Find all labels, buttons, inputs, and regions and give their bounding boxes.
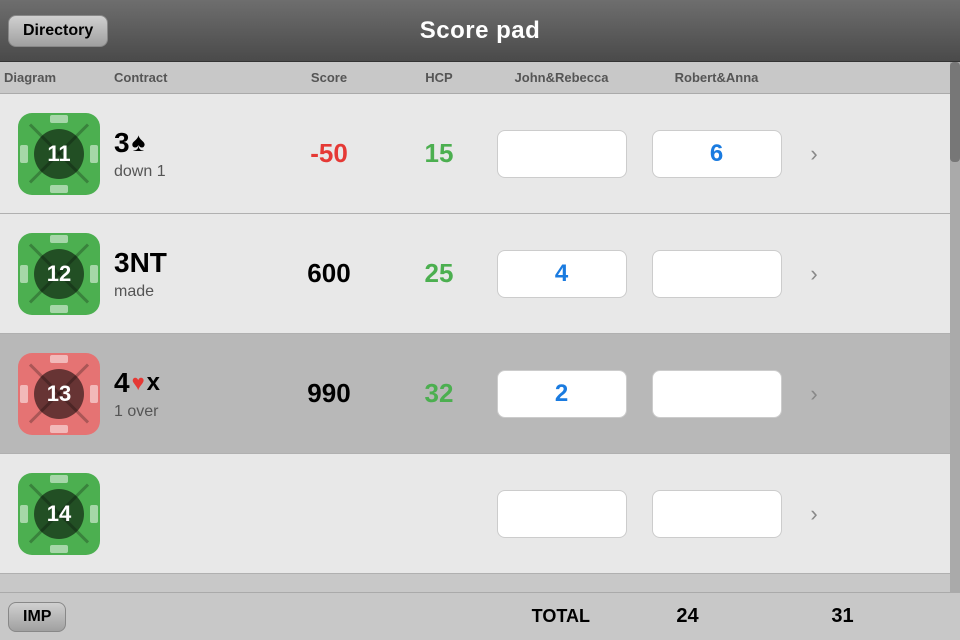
contract-sub-11: down 1	[114, 163, 166, 181]
diagram-icon-14: 14	[18, 473, 100, 555]
board-number-13: 13	[34, 369, 84, 419]
robert-imp-box-11[interactable]: 6	[652, 130, 782, 178]
robert-imp-box-12[interactable]	[652, 250, 782, 298]
contract-main-12: 3NT	[114, 247, 167, 279]
contract-main-13: 4♥x	[114, 367, 160, 399]
diagram-cell-14[interactable]: 14	[4, 473, 114, 555]
contract-main-11: 3♠	[114, 127, 145, 159]
hcp-cell-11: 15	[394, 138, 484, 169]
board-number-14: 14	[34, 489, 84, 539]
john-imp-box-14[interactable]	[497, 490, 627, 538]
john-imp-box-11[interactable]	[497, 130, 627, 178]
arrow-cell-11[interactable]: ›	[794, 141, 834, 167]
heart-icon: ♥	[132, 370, 145, 396]
robert-cell-13[interactable]	[639, 370, 794, 418]
score-cell-12: 600	[264, 258, 394, 289]
hcp-cell-13: 32	[394, 378, 484, 409]
john-imp-box-12[interactable]: 4	[497, 250, 627, 298]
imp-button[interactable]: IMP	[8, 602, 66, 632]
column-headers: Diagram Contract Score HCP John&Rebecca …	[0, 62, 960, 94]
contract-sub-13: 1 over	[114, 403, 158, 421]
diagram-icon-12: 12	[18, 233, 100, 315]
scrollbar[interactable]	[950, 62, 960, 592]
col-header-diagram: Diagram	[4, 70, 114, 85]
chevron-right-icon: ›	[810, 501, 817, 527]
diagram-icon-13: 13	[18, 353, 100, 435]
footer-robert-total: 31	[765, 605, 920, 628]
col-header-score: Score	[264, 70, 394, 85]
contract-cell-12: 3NT made	[114, 247, 264, 301]
chevron-right-icon: ›	[810, 261, 817, 287]
diagram-cell-11[interactable]: 11	[4, 113, 114, 195]
board-number-12: 12	[34, 249, 84, 299]
score-cell-13: 990	[264, 378, 394, 409]
john-cell-12[interactable]: 4	[484, 250, 639, 298]
table-row: 13 4♥x 1 over 990 32 2 ›	[0, 334, 960, 454]
john-cell-13[interactable]: 2	[484, 370, 639, 418]
col-header-contract: Contract	[114, 70, 264, 85]
table-row: 12 3NT made 600 25 4 ›	[0, 214, 960, 334]
arrow-cell-13[interactable]: ›	[794, 381, 834, 407]
robert-cell-12[interactable]	[639, 250, 794, 298]
arrow-cell-12[interactable]: ›	[794, 261, 834, 287]
page-title: Score pad	[420, 17, 541, 45]
john-cell-14[interactable]	[484, 490, 639, 538]
contract-cell-13: 4♥x 1 over	[114, 367, 264, 421]
col-header-john: John&Rebecca	[484, 70, 639, 85]
chevron-right-icon: ›	[810, 141, 817, 167]
arrow-cell-14[interactable]: ›	[794, 501, 834, 527]
board-number-11: 11	[34, 129, 84, 179]
diagram-icon-11: 11	[18, 113, 100, 195]
score-cell-11: -50	[264, 138, 394, 169]
col-header-robert: Robert&Anna	[639, 70, 794, 85]
john-imp-box-13[interactable]: 2	[497, 370, 627, 418]
john-cell-11[interactable]	[484, 130, 639, 178]
robert-imp-box-14[interactable]	[652, 490, 782, 538]
diagram-cell-12[interactable]: 12	[4, 233, 114, 315]
spade-icon: ♠	[132, 127, 146, 158]
double-icon: x	[147, 369, 160, 397]
contract-sub-12: made	[114, 283, 154, 301]
total-label: TOTAL	[66, 606, 610, 627]
scrollbar-thumb[interactable]	[950, 62, 960, 162]
robert-imp-box-13[interactable]	[652, 370, 782, 418]
table-row: 11 3♠ down 1 -50 15 6 ›	[0, 94, 960, 214]
chevron-right-icon: ›	[810, 381, 817, 407]
footer-john-total: 24	[610, 605, 765, 628]
hcp-cell-12: 25	[394, 258, 484, 289]
diagram-cell-13[interactable]: 13	[4, 353, 114, 435]
col-header-hcp: HCP	[394, 70, 484, 85]
directory-button[interactable]: Directory	[8, 15, 108, 47]
robert-cell-11[interactable]: 6	[639, 130, 794, 178]
robert-cell-14[interactable]	[639, 490, 794, 538]
contract-cell-14	[114, 512, 264, 516]
table-row: 14 ›	[0, 454, 960, 574]
contract-cell-11: 3♠ down 1	[114, 127, 264, 181]
header: Directory Score pad	[0, 0, 960, 62]
footer: IMP TOTAL 24 31	[0, 592, 960, 640]
